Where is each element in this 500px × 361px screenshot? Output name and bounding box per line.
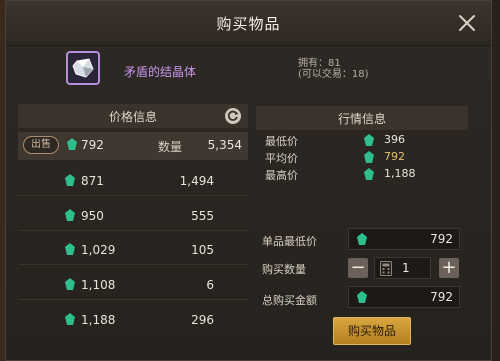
increase-quantity-button[interactable]: + xyxy=(439,258,459,278)
buy-item-dialog: 购买物品 矛盾的结晶体 拥有：81 (可以交易：18) 价格信息 出售 792 xyxy=(5,0,492,361)
unit-price-label: 单品最低价 xyxy=(262,235,317,248)
gem-icon xyxy=(357,233,367,245)
total-amount-label: 总购买金额 xyxy=(262,294,317,307)
price-info-title: 价格信息 xyxy=(108,110,157,124)
quantity-value: 105 xyxy=(191,243,214,257)
price-row[interactable]: 出售 792 数量 5,354 xyxy=(18,132,248,160)
price-value: 871 xyxy=(81,174,104,188)
quantity-input[interactable]: 1 xyxy=(374,257,431,279)
price-value: 1,188 xyxy=(81,313,116,327)
quantity-label: 数量 xyxy=(158,140,183,154)
min-price-label: 最低价 xyxy=(265,135,298,148)
price-info-header: 价格信息 xyxy=(18,104,248,128)
close-icon[interactable] xyxy=(457,13,477,33)
dialog-title: 购买物品 xyxy=(216,15,281,33)
background-right xyxy=(492,0,500,361)
quantity-value: 5,354 xyxy=(207,138,242,152)
min-price-row: 最低价 396 xyxy=(256,132,468,150)
gem-icon xyxy=(65,278,75,290)
price-value: 1,108 xyxy=(81,278,116,292)
gem-icon xyxy=(357,291,367,303)
gem-icon xyxy=(65,174,75,186)
gem-icon xyxy=(65,209,75,221)
avg-price-row: 平均价 792 xyxy=(256,149,468,167)
crystal-icon xyxy=(72,58,94,78)
max-price-row: 最高价 1,188 xyxy=(256,166,468,184)
price-row[interactable]: 1,108 6 xyxy=(18,272,248,300)
quantity-label: 购买数量 xyxy=(262,263,306,276)
price-info-panel: 价格信息 出售 792 数量 5,354 871 1,494 950 555 1… xyxy=(18,104,248,354)
crystal-item-icon xyxy=(66,51,100,85)
price-value: 792 xyxy=(81,138,104,152)
quantity-value: 1 xyxy=(402,261,410,275)
price-value: 950 xyxy=(81,209,104,223)
owned-count: 拥有：81 (可以交易：18) xyxy=(298,58,369,80)
price-row[interactable]: 1,188 296 xyxy=(18,307,248,335)
gem-icon xyxy=(364,151,374,163)
price-row[interactable]: 950 555 xyxy=(18,203,248,231)
quantity-value: 1,494 xyxy=(179,174,214,188)
owned-tradable: (可以交易：18) xyxy=(298,69,369,80)
total-amount-value: 792 xyxy=(430,290,453,304)
price-row[interactable]: 1,029 105 xyxy=(18,237,248,265)
avg-price-value: 792 xyxy=(384,150,405,163)
quantity-value: 6 xyxy=(206,278,214,292)
gem-icon xyxy=(67,138,77,150)
unit-price-field: 792 xyxy=(348,228,460,250)
max-price-value: 1,188 xyxy=(384,167,416,180)
buy-item-button[interactable]: 购买物品 xyxy=(333,317,411,345)
item-name: 矛盾的结晶体 xyxy=(124,65,197,79)
decrease-quantity-button[interactable]: − xyxy=(348,258,368,278)
max-price-label: 最高价 xyxy=(265,169,298,182)
market-info-header: 行情信息 xyxy=(256,106,468,130)
avg-price-label: 平均价 xyxy=(265,152,298,165)
gem-icon xyxy=(65,313,75,325)
unit-price-value: 792 xyxy=(430,232,453,246)
price-row[interactable]: 871 1,494 xyxy=(18,168,248,196)
total-amount-field: 792 xyxy=(348,286,460,308)
price-value: 1,029 xyxy=(81,243,116,257)
gem-icon xyxy=(364,168,374,180)
quantity-value: 555 xyxy=(191,209,214,223)
gem-icon xyxy=(65,243,75,255)
min-price-value: 396 xyxy=(384,133,405,146)
dialog-titlebar: 购买物品 xyxy=(6,1,491,46)
sell-badge: 出售 xyxy=(23,136,59,154)
market-info-title: 行情信息 xyxy=(337,112,386,126)
market-info-panel: 行情信息 最低价 396 平均价 792 最高价 1,188 单品最低价 792… xyxy=(256,104,468,354)
quantity-value: 296 xyxy=(191,313,214,327)
refresh-icon[interactable] xyxy=(224,107,242,125)
gem-icon xyxy=(364,134,374,146)
owned-total: 拥有：81 xyxy=(298,58,341,69)
calculator-icon[interactable] xyxy=(380,261,392,276)
